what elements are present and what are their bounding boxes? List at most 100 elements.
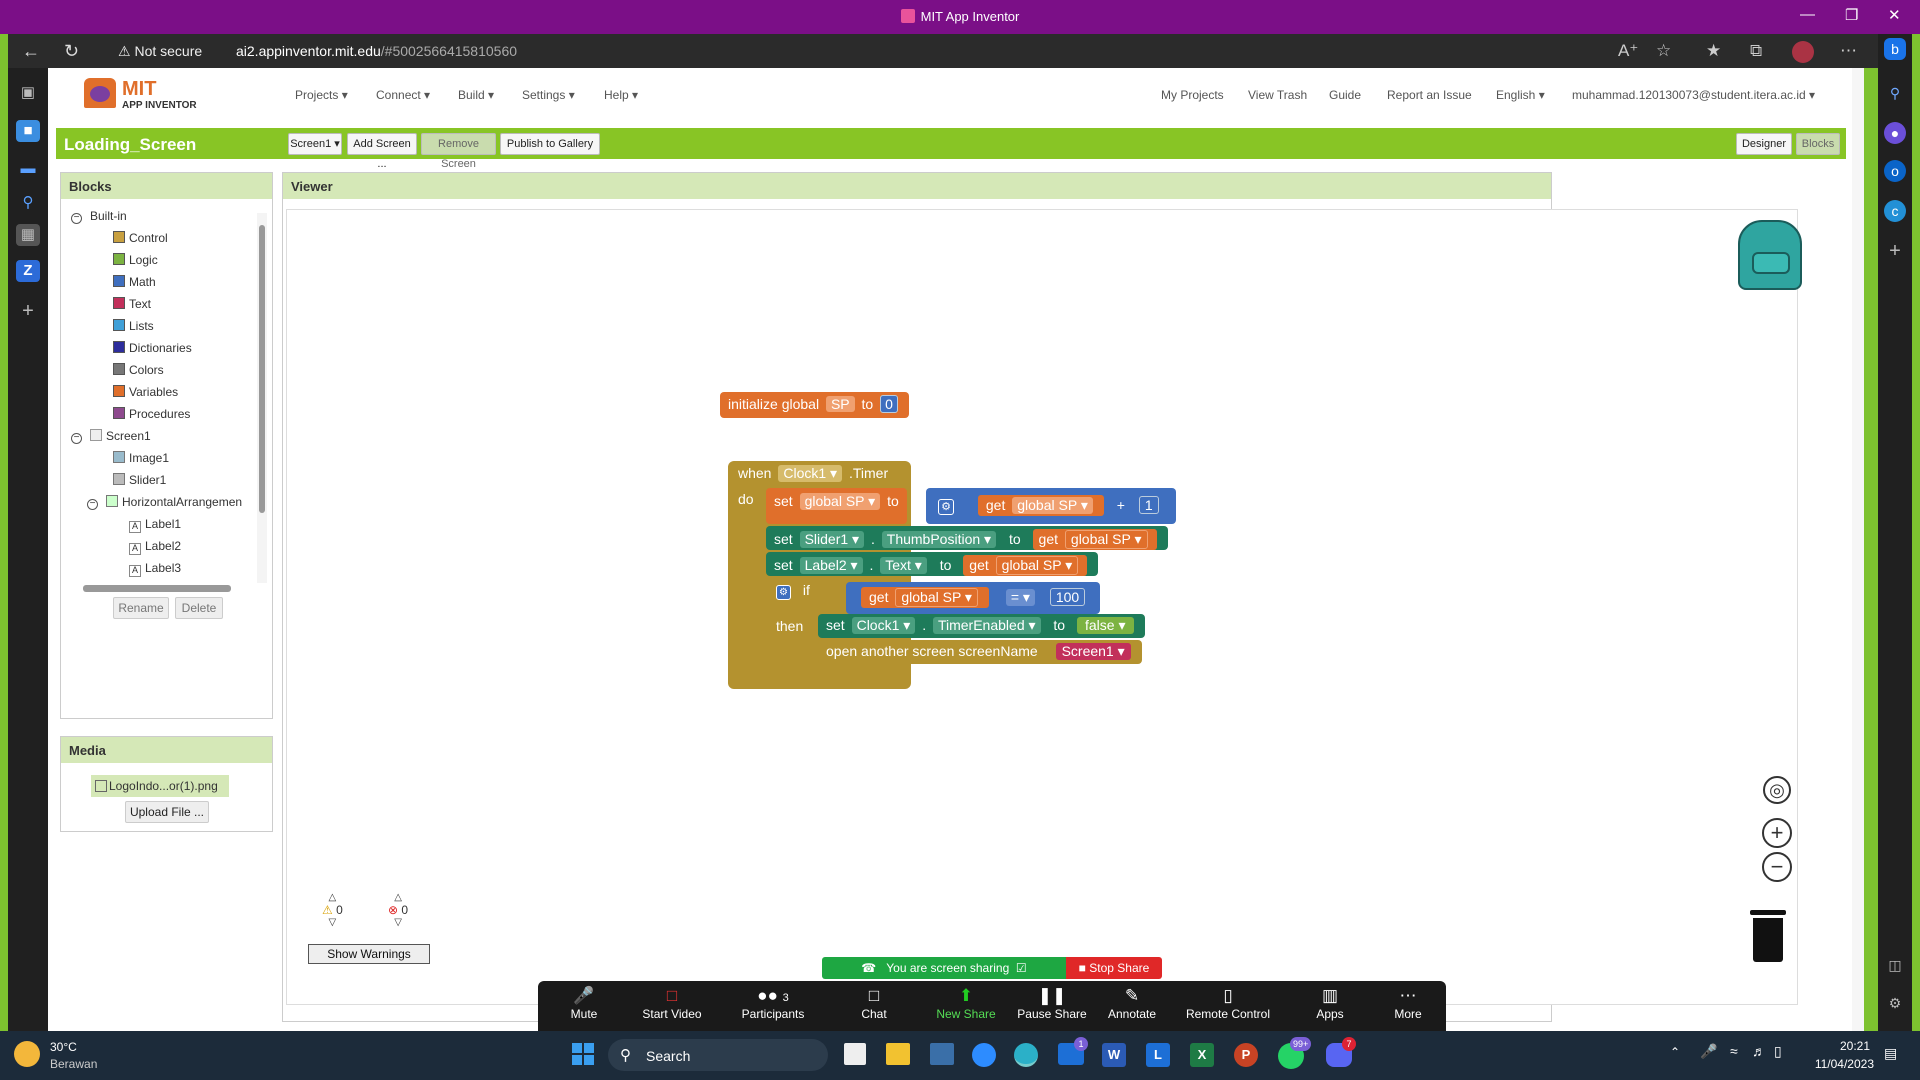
menu-help[interactable]: Help ▾: [604, 88, 638, 102]
add-sidebar-app-icon[interactable]: +: [1884, 240, 1906, 262]
add-screen-button[interactable]: Add Screen ...: [347, 133, 417, 170]
screen-name-dropdown[interactable]: Screen1 ▾: [1055, 643, 1131, 660]
tree-horizontal-scrollbar[interactable]: [71, 583, 251, 593]
tab-app-inventor-icon[interactable]: ■: [16, 120, 40, 142]
outlook-icon[interactable]: o: [1884, 160, 1906, 182]
tree-vertical-scrollbar[interactable]: [257, 213, 267, 583]
edge-app-icon[interactable]: [1014, 1043, 1038, 1067]
mit-logo[interactable]: MIT APP INVENTOR: [84, 76, 214, 112]
show-warnings-button[interactable]: Show Warnings: [308, 944, 430, 964]
weather-temp[interactable]: 30°C: [50, 1040, 77, 1054]
tree-image1[interactable]: Image1: [113, 451, 169, 465]
tray-mic-icon[interactable]: 🎤: [1700, 1043, 1717, 1060]
copilot-icon[interactable]: c: [1884, 200, 1906, 222]
operator-dropdown[interactable]: = ▾: [1005, 589, 1035, 606]
get-global-block[interactable]: get global SP ▾: [861, 587, 989, 608]
read-aloud-icon[interactable]: A⁺: [1618, 41, 1638, 61]
zoom-out-icon[interactable]: −: [1762, 852, 1792, 882]
new-share-button[interactable]: ⬆ New Share: [926, 985, 1006, 1021]
component-dropdown[interactable]: Clock1 ▾: [851, 617, 916, 634]
menu-connect[interactable]: Connect ▾: [376, 88, 430, 102]
more-button[interactable]: ⋯ More: [1368, 985, 1448, 1021]
property-dropdown[interactable]: ThumbPosition ▾: [881, 531, 997, 548]
number-block[interactable]: 100: [1049, 588, 1086, 606]
var-name-field[interactable]: SP: [825, 396, 855, 412]
menu-settings[interactable]: Settings ▾: [522, 88, 575, 102]
collapse-icon[interactable]: −: [71, 433, 82, 444]
builtin-category-logic[interactable]: Logic: [113, 253, 158, 267]
delete-button[interactable]: Delete: [175, 597, 223, 619]
mutator-gear-icon[interactable]: ⚙: [938, 499, 954, 515]
tree-builtin[interactable]: − Built-in: [71, 209, 127, 224]
screen-select-dropdown[interactable]: Screen1 ▾: [288, 133, 342, 155]
tab-mit-icon[interactable]: ▦: [16, 224, 40, 246]
back-icon[interactable]: ←: [22, 41, 40, 62]
publish-gallery-button[interactable]: Publish to Gallery: [500, 133, 600, 155]
component-dropdown[interactable]: Slider1 ▾: [799, 531, 865, 548]
profile-avatar[interactable]: [1792, 41, 1814, 63]
boolean-block[interactable]: false ▾: [1077, 617, 1134, 634]
errors-indicator[interactable]: △ ⊗ 0 ▽: [388, 892, 408, 928]
security-indicator[interactable]: ⚠ Not secure: [118, 43, 202, 60]
settings-gear-icon[interactable]: ⚙: [1884, 992, 1906, 1014]
clock-date[interactable]: 11/04/2023: [1810, 1057, 1874, 1071]
builtin-category-math[interactable]: Math: [113, 275, 156, 289]
start-video-button[interactable]: □ Start Video: [632, 985, 712, 1021]
remove-screen-button[interactable]: Remove Screen: [421, 133, 496, 170]
apps-button[interactable]: ▥ Apps: [1290, 985, 1370, 1021]
tree-slider1[interactable]: Slider1: [113, 473, 166, 487]
recenter-icon[interactable]: ◎: [1763, 776, 1791, 804]
collapse-icon[interactable]: −: [71, 213, 82, 224]
open-screen-block[interactable]: open another screen screenName Screen1 ▾: [818, 640, 1142, 664]
property-dropdown[interactable]: TimerEnabled ▾: [932, 617, 1041, 634]
tree-label2[interactable]: A Label2: [129, 539, 181, 555]
volume-icon[interactable]: ♬: [1752, 1043, 1766, 1059]
set-label-block[interactable]: set Label2 ▾ . Text ▾ to get global SP ▾: [766, 552, 1099, 576]
shopping-icon[interactable]: ●: [1884, 122, 1906, 144]
favorites-icon[interactable]: ★: [1706, 41, 1721, 61]
get-global-block[interactable]: get global SP ▾: [977, 495, 1104, 516]
rename-button[interactable]: Rename: [113, 597, 169, 619]
whatsapp-app-icon[interactable]: 99+: [1278, 1037, 1312, 1069]
set-global-block[interactable]: set global SP ▾ to: [766, 488, 907, 524]
builtin-category-lists[interactable]: Lists: [113, 319, 154, 333]
get-global-block[interactable]: get global SP ▾: [963, 555, 1088, 576]
zoom-in-icon[interactable]: +: [1762, 818, 1792, 848]
annotate-button[interactable]: ✎ Annotate: [1092, 985, 1172, 1021]
excel-app-icon[interactable]: X: [1190, 1043, 1214, 1067]
builtin-category-colors[interactable]: Colors: [113, 363, 164, 377]
backpack-icon[interactable]: [1738, 220, 1802, 290]
minimize-icon[interactable]: —: [1800, 6, 1815, 23]
builtin-category-variables[interactable]: Variables: [113, 385, 178, 399]
menu-projects[interactable]: Projects ▾: [295, 88, 348, 102]
set-slider-block[interactable]: set Slider1 ▾ . ThumbPosition ▾ to get g…: [766, 526, 1168, 550]
mail-app-icon[interactable]: 1: [1058, 1037, 1088, 1065]
task-view-icon[interactable]: [844, 1043, 866, 1065]
init-global-block[interactable]: initialize global SP to 0: [720, 392, 909, 418]
pause-share-button[interactable]: ❚❚ Pause Share: [1012, 985, 1092, 1021]
more-menu-icon[interactable]: ⋯: [1840, 41, 1857, 61]
add-favorite-icon[interactable]: ☆: [1656, 41, 1671, 61]
component-dropdown[interactable]: Label2 ▾: [799, 557, 863, 574]
tab-search-icon[interactable]: ⚲: [16, 192, 40, 214]
link-guide[interactable]: Guide: [1329, 88, 1361, 102]
property-dropdown[interactable]: Text ▾: [880, 557, 927, 574]
builtin-category-procedures[interactable]: Procedures: [113, 407, 190, 421]
sidebar-toggle-icon[interactable]: ◫: [1884, 954, 1906, 976]
bing-chat-icon[interactable]: b: [1884, 38, 1906, 60]
tree-label1[interactable]: A Label1: [129, 517, 181, 533]
math-add-block[interactable]: ⚙ get global SP ▾ + 1: [926, 488, 1176, 524]
component-dropdown[interactable]: Clock1 ▾: [778, 465, 843, 482]
chat-button[interactable]: □ Chat: [834, 985, 914, 1021]
collapse-icon[interactable]: −: [87, 499, 98, 510]
mutator-gear-icon[interactable]: ⚙: [776, 585, 791, 600]
blocks-button[interactable]: Blocks: [1796, 133, 1840, 155]
tree-horizontal-arrangement[interactable]: − HorizontalArrangemen: [87, 495, 242, 510]
set-clock-block[interactable]: set Clock1 ▾ . TimerEnabled ▾ to false ▾: [818, 614, 1145, 638]
page-scrollbar[interactable]: [1852, 68, 1864, 1031]
new-tab-icon[interactable]: +: [16, 300, 40, 322]
collections-icon[interactable]: ⧉: [1750, 41, 1762, 61]
calculator-app-icon[interactable]: [930, 1043, 954, 1065]
tree-screen1[interactable]: − Screen1: [71, 429, 151, 444]
powerpoint-app-icon[interactable]: P: [1234, 1043, 1258, 1067]
